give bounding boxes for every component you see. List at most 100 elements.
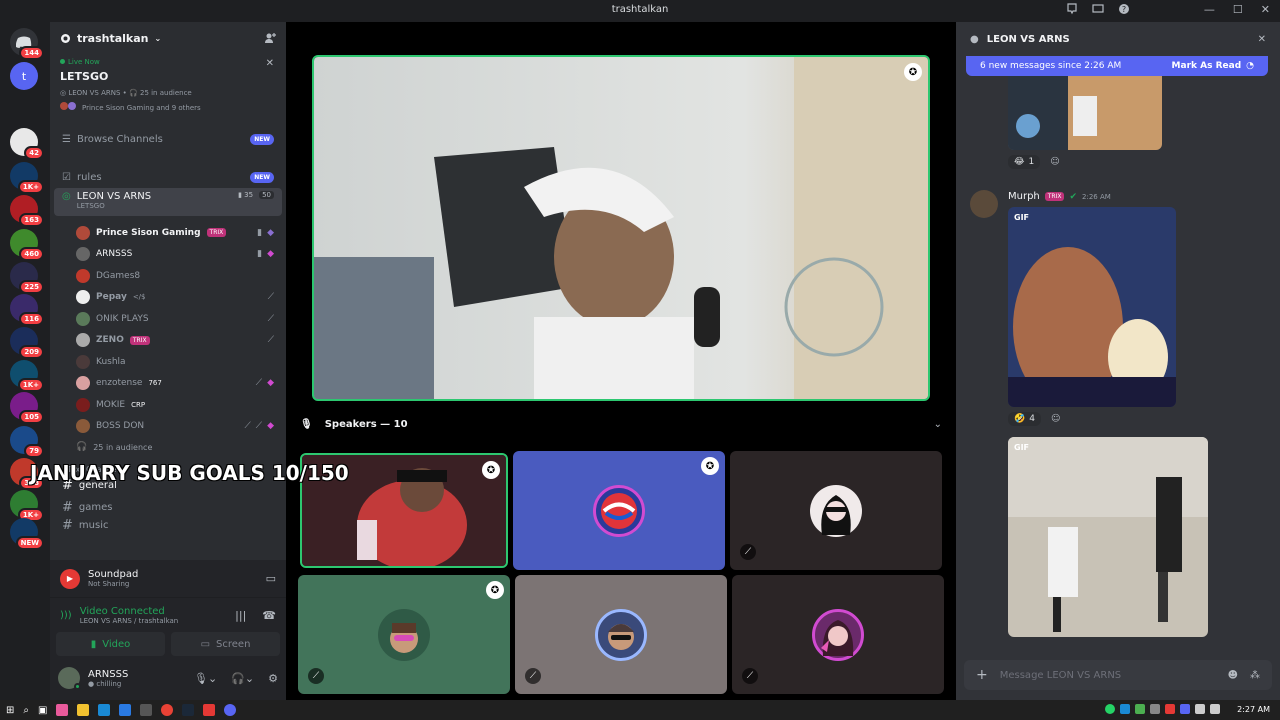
file-explorer-icon[interactable] xyxy=(77,704,90,716)
member-row[interactable]: MOKIE CRP xyxy=(50,394,286,416)
chevron-down-icon[interactable]: ⌄ xyxy=(934,419,942,430)
gif-attachment[interactable]: GIF xyxy=(1008,207,1176,407)
video-button[interactable]: ▮ Video xyxy=(56,632,165,656)
server-icon[interactable]: 1K+ xyxy=(10,162,44,194)
server-icon[interactable]: 79 xyxy=(10,426,44,458)
help-icon[interactable]: ? xyxy=(1118,3,1130,15)
member-row[interactable]: DGames8 xyxy=(50,265,286,287)
whatsapp-icon[interactable] xyxy=(1105,704,1115,714)
message-author[interactable]: Murph xyxy=(1008,191,1040,202)
close-icon[interactable]: ✕ xyxy=(1258,34,1266,45)
member-row[interactable]: ARNSSS ▮ ◆ xyxy=(50,244,286,266)
tray-app-icon[interactable] xyxy=(1135,704,1145,714)
pin-icon[interactable]: ✪ xyxy=(701,457,719,475)
tray-app-icon[interactable] xyxy=(1180,704,1190,714)
windows-start-icon[interactable]: ⊞ xyxy=(6,705,14,716)
server-icon[interactable]: 116 xyxy=(10,294,44,326)
microphone-icon[interactable]: 🎙⌄ xyxy=(194,672,217,685)
speaker-tile[interactable]: ✪ ⟋ xyxy=(298,575,510,694)
reaction-laugh[interactable]: 😂 1 xyxy=(1008,155,1041,169)
mark-as-read-button[interactable]: Mark As Read xyxy=(1172,61,1242,71)
chrome-icon[interactable] xyxy=(161,704,174,716)
server-trashtalkan[interactable]: t xyxy=(10,62,38,90)
muted-icon: ⟋ xyxy=(525,668,541,684)
guild-header[interactable]: trashtalkan ⌄ xyxy=(50,22,286,54)
browse-channels[interactable]: ☰ Browse Channels NEW xyxy=(54,128,282,150)
soundpad-icon[interactable] xyxy=(203,704,216,716)
headphones-icon[interactable]: 🎧⌄ xyxy=(231,672,254,685)
main-video-stream[interactable]: ✪ xyxy=(312,55,930,401)
voice-location[interactable]: LEON VS ARNS / trashtalkan xyxy=(80,617,179,625)
add-member-icon[interactable] xyxy=(264,32,276,44)
server-icon[interactable]: NEW xyxy=(10,518,44,550)
discord-icon[interactable] xyxy=(224,704,237,716)
apps-icon[interactable]: ⁂ xyxy=(1250,670,1260,681)
server-icon[interactable]: 1K+ xyxy=(10,490,44,522)
emoji-icon[interactable]: ☻ xyxy=(1228,670,1238,681)
server-icon[interactable]: 42 xyxy=(10,128,44,160)
task-view-icon[interactable]: ▣ xyxy=(38,705,47,716)
plus-icon[interactable]: + xyxy=(976,667,988,683)
channel-games[interactable]: # games xyxy=(54,496,282,518)
bluetooth-icon[interactable] xyxy=(1120,704,1130,714)
pin-icon[interactable]: ✪ xyxy=(482,461,500,479)
speaker-tile[interactable]: ✪ xyxy=(513,451,725,570)
clock[interactable]: 2:27 AM xyxy=(1237,705,1270,714)
live-stage-card[interactable]: Live Now LETSGO ◎ LEON VS ARNS • 🎧 25 in… xyxy=(50,54,286,116)
speaker-tile[interactable]: ⟋ xyxy=(730,451,942,570)
tray-app-icon[interactable] xyxy=(1150,704,1160,714)
image-attachment[interactable] xyxy=(1008,76,1162,150)
outlook-icon[interactable] xyxy=(98,704,111,716)
server-icon[interactable]: 163 xyxy=(10,195,44,227)
stage-channel-leon-vs-arns[interactable]: ◎ LEON VS ARNS LETSGO ▮ 35 50 xyxy=(54,188,282,216)
pin-icon[interactable]: ✪ xyxy=(904,63,922,81)
home-button[interactable]: 144 xyxy=(10,28,44,60)
server-icon[interactable]: 1K+ xyxy=(10,360,44,392)
store-icon[interactable] xyxy=(140,704,153,716)
member-row[interactable]: Kushla xyxy=(50,351,286,373)
share-screen-icon[interactable]: ▭ xyxy=(266,572,276,585)
soundpad-activity[interactable]: ▶ Soundpad Not Sharing ▭ xyxy=(50,560,286,598)
disconnect-icon[interactable]: ☎ xyxy=(262,609,276,622)
gif-attachment[interactable]: GIF xyxy=(1008,437,1208,637)
wifi-icon[interactable] xyxy=(1195,704,1205,714)
tray-app-icon[interactable] xyxy=(1165,704,1175,714)
speaker-tile[interactable]: ⟋ xyxy=(515,575,727,694)
server-icon[interactable]: 105 xyxy=(10,392,44,424)
screen-icon[interactable] xyxy=(1092,3,1104,15)
screen-button[interactable]: ▭ Screen xyxy=(171,632,280,656)
noise-suppression-icon[interactable]: ||| xyxy=(235,609,246,622)
add-reaction-icon[interactable]: ☺ xyxy=(1050,155,1059,169)
server-icon[interactable]: 460 xyxy=(10,229,44,261)
message-input[interactable]: Message LEON VS ARNS xyxy=(1000,670,1216,681)
member-row[interactable]: ZENO TRIX ⟋ xyxy=(50,330,286,352)
maximize-button[interactable]: ☐ xyxy=(1233,3,1243,16)
edge-icon[interactable] xyxy=(119,704,132,716)
member-row[interactable]: ONIK PLAYS ⟋ xyxy=(50,308,286,330)
avatar[interactable] xyxy=(58,667,81,690)
gear-icon[interactable]: ⚙ xyxy=(268,672,278,685)
close-icon[interactable]: ✕ xyxy=(266,58,274,69)
volume-icon[interactable] xyxy=(1210,704,1220,714)
avatar[interactable] xyxy=(970,190,998,218)
channel-rules[interactable]: ☑ rules NEW xyxy=(54,166,282,188)
server-icon[interactable]: 209 xyxy=(10,327,44,359)
reaction-laugh[interactable]: 🤣 4 xyxy=(1008,412,1041,426)
member-row[interactable]: Pepay </$ ⟋ xyxy=(50,287,286,309)
server-icon[interactable]: 225 xyxy=(10,262,44,294)
steam-icon[interactable] xyxy=(182,704,195,716)
member-row[interactable]: BOSS DON ⟋ ⟋ ◆ xyxy=(50,416,286,438)
audience-row[interactable]: 🎧 25 in audience xyxy=(50,437,286,457)
pin-icon[interactable]: ✪ xyxy=(486,581,504,599)
member-row[interactable]: Prince Sison Gaming TRIX ▮ ◆ xyxy=(50,222,286,244)
channel-music[interactable]: # music xyxy=(54,518,282,532)
minimize-button[interactable]: — xyxy=(1204,3,1215,16)
add-reaction-icon[interactable]: ☺ xyxy=(1051,412,1060,426)
member-row[interactable]: enzotense 767 ⟋ ◆ xyxy=(50,373,286,395)
speaker-tile[interactable]: ⟋ xyxy=(732,575,944,694)
copilot-icon[interactable] xyxy=(56,704,69,716)
inbox-icon[interactable] xyxy=(1066,3,1078,15)
new-messages-bar[interactable]: 6 new messages since 2:26 AM Mark As Rea… xyxy=(966,56,1268,76)
close-window-button[interactable]: ✕ xyxy=(1261,3,1270,16)
search-icon[interactable]: ⌕ xyxy=(23,705,29,716)
